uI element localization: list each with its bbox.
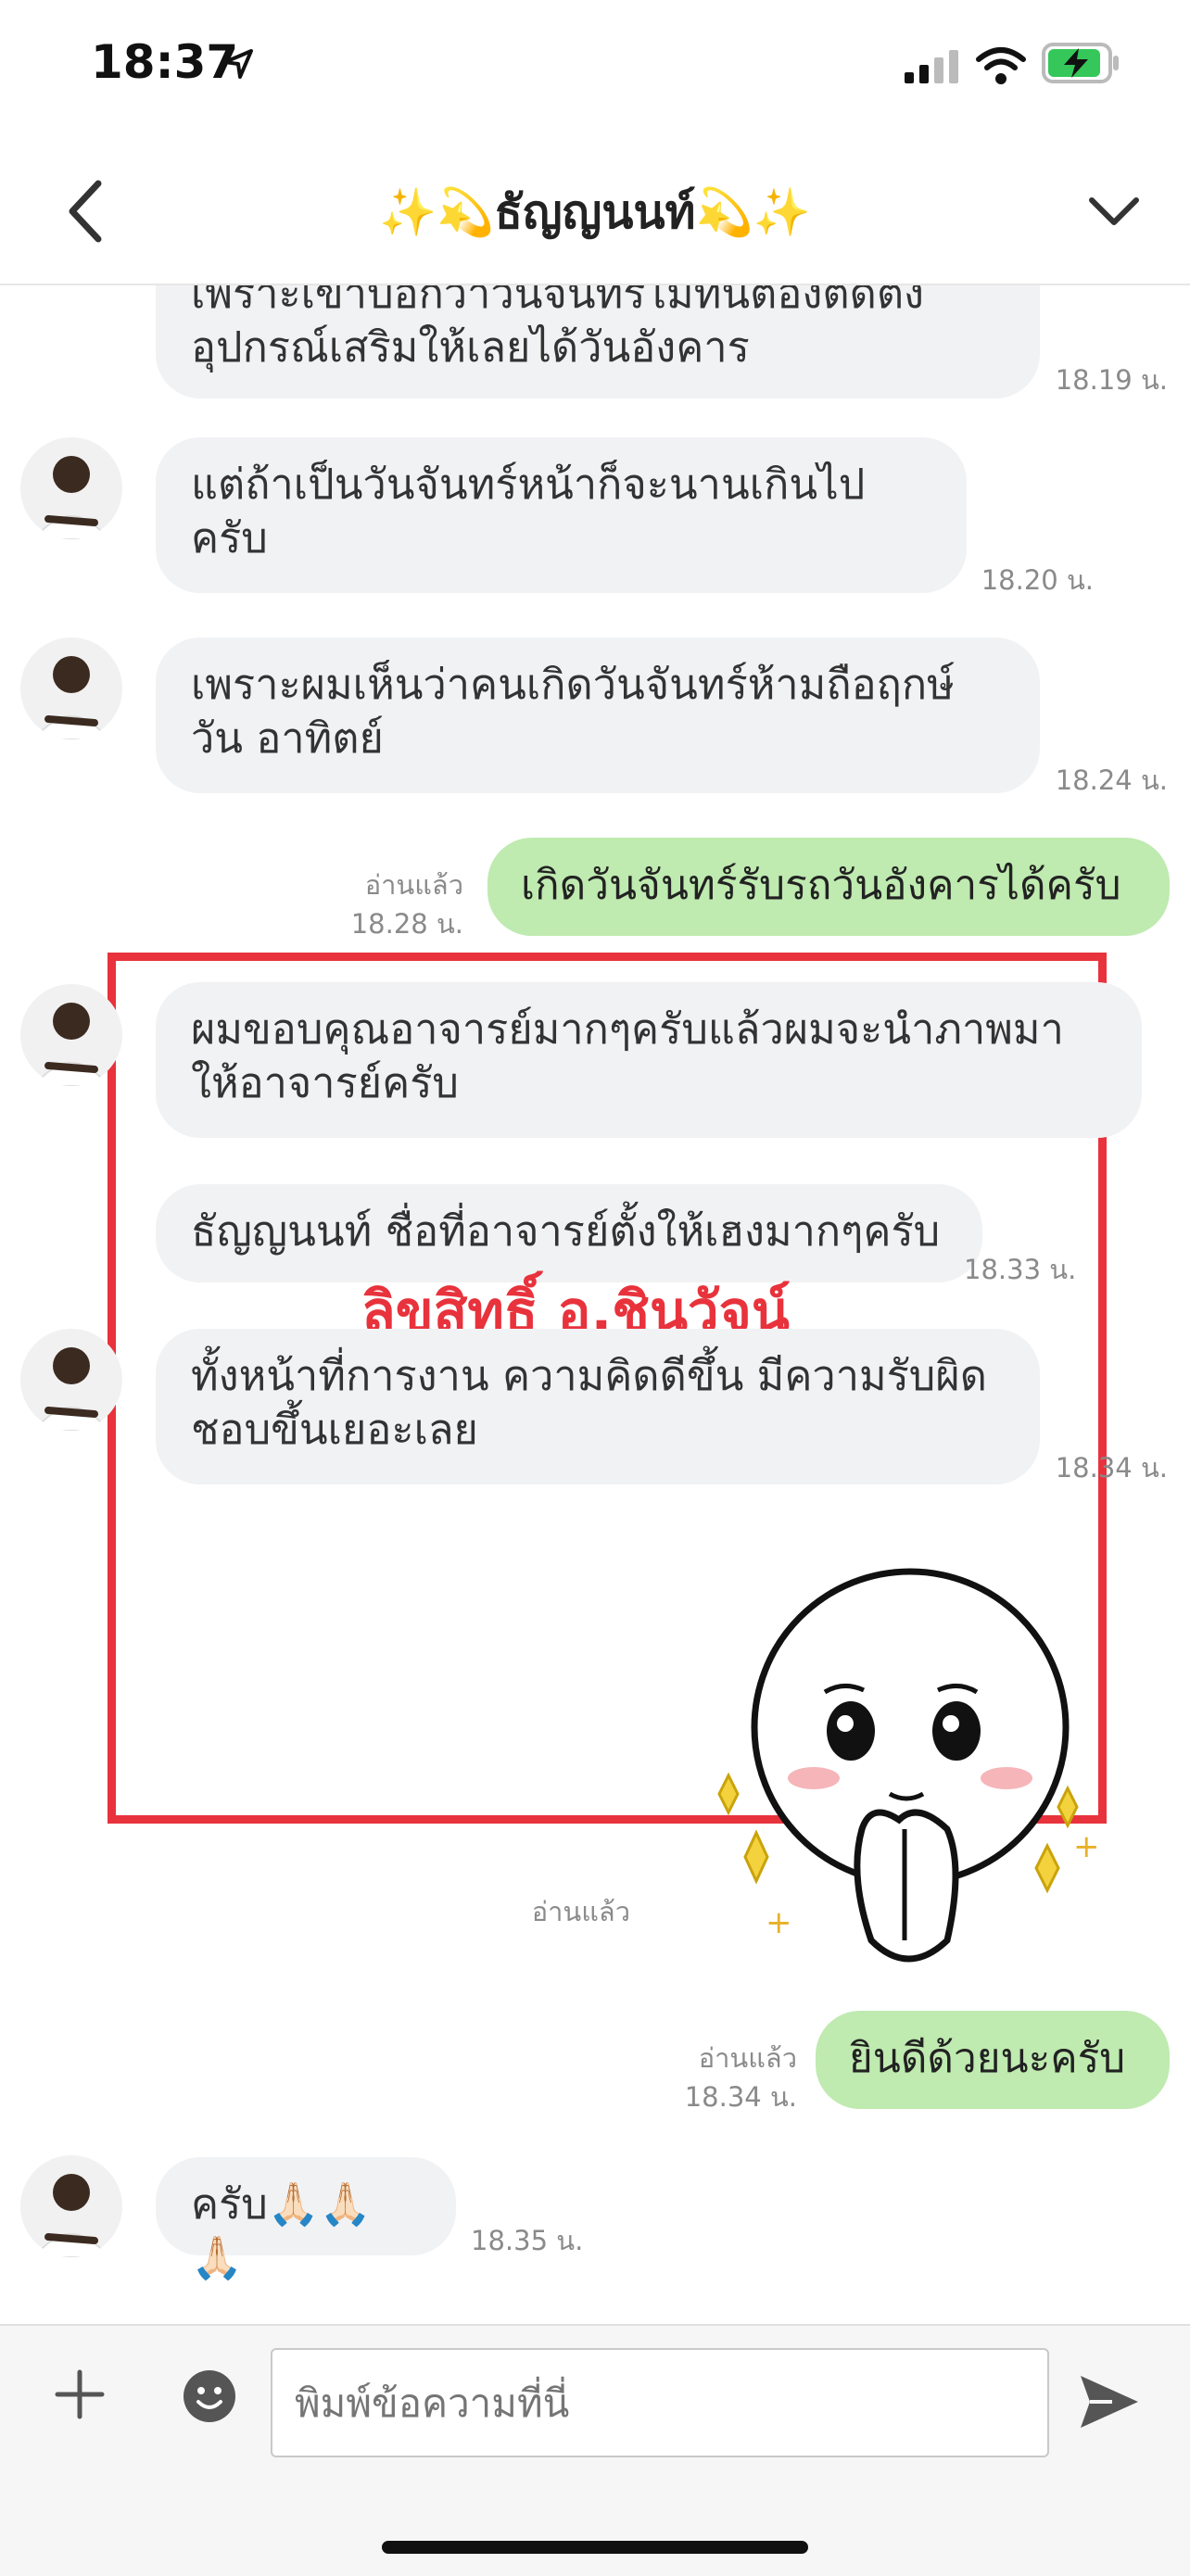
message-bubble-outgoing[interactable]: เกิดวันจันทร์รับรถวันอังคารได้ครับ (487, 838, 1170, 936)
message-text: ยินดีด้วยนะครับ (849, 2035, 1126, 2082)
message-bubble-incoming[interactable]: เพราะผมเห็นว่าคนเกิดวันจันทร์ห้ามถือฤกษ์… (156, 638, 1040, 793)
message-input[interactable] (271, 2348, 1049, 2457)
read-receipt: อ่านแล้ว (531, 1896, 630, 1927)
avatar[interactable] (20, 2155, 122, 2257)
avatar[interactable] (20, 984, 122, 1086)
message-time: 18.20 น. (981, 564, 1094, 596)
person-avatar-icon (32, 656, 110, 739)
status-bar: 18:37 (0, 0, 1190, 139)
message-text: ครับ🙏🏻🙏🏻🙏🏻 (191, 2179, 372, 2282)
message-input-bar (0, 2324, 1190, 2576)
message-text: แต่ถ้าเป็นวันจันทร์หน้าก็จะนานเกินไป ครั… (191, 460, 866, 562)
avatar[interactable] (20, 437, 122, 539)
battery-charging-icon (1042, 43, 1119, 83)
message-bubble-outgoing[interactable]: ยินดีด้วยนะครับ (816, 2011, 1170, 2109)
person-avatar-icon (32, 1003, 110, 1086)
message-time: 18.19 น. (1055, 364, 1168, 396)
emoji-icon[interactable] (182, 2368, 237, 2424)
avatar[interactable] (20, 638, 122, 739)
chat-title[interactable]: ✨💫ธัญญนนท์💫✨ (0, 176, 1190, 249)
wifi-icon (976, 47, 1026, 84)
message-text: ธัญญนนท์ ชื่อที่อาจารย์ตั้งให้เฮงมากๆครั… (191, 1206, 941, 1256)
message-bubble-incoming[interactable]: เพราะเขาบอกว่าวันจันทร์ไม่ทันต้องติดตั้ง… (156, 285, 1040, 398)
person-avatar-icon (32, 2174, 110, 2257)
message-text: ทั้งหน้าที่การงาน ความคิดดีขึ้น มีความรั… (191, 1351, 987, 1454)
person-avatar-icon (32, 1347, 110, 1431)
message-text: ผมขอบคุณอาจารย์มากๆครับแล้วผมจะนำภาพมา ใ… (191, 1004, 1064, 1107)
sticker[interactable]: + + (686, 1551, 1131, 1977)
message-time: 18.33 น. (964, 1254, 1077, 1285)
location-arrow-icon (223, 49, 253, 79)
read-receipt: อ่านแล้ว 18.34 น. (684, 2042, 797, 2113)
status-time: 18:37 (91, 35, 239, 89)
message-bubble-incoming[interactable]: ครับ🙏🏻🙏🏻🙏🏻 (156, 2157, 456, 2282)
chat-messages[interactable]: เพราะเขาบอกว่าวันจันทร์ไม่ทันต้องติดตั้ง… (0, 285, 1190, 2324)
message-text: เพราะผมเห็นว่าคนเกิดวันจันทร์ห้ามถือฤกษ์… (191, 660, 955, 763)
message-bubble-incoming[interactable]: แต่ถ้าเป็นวันจันทร์หน้าก็จะนานเกินไป ครั… (156, 437, 967, 593)
avatar[interactable] (20, 1329, 122, 1431)
signal-icon (905, 50, 958, 83)
message-bubble-incoming[interactable]: ทั้งหน้าที่การงาน ความคิดดีขึ้น มีความรั… (156, 1329, 1040, 1484)
read-receipt: อ่านแล้ว 18.28 น. (350, 869, 463, 940)
chevron-down-icon[interactable] (1084, 182, 1144, 241)
svg-text:+: + (1073, 1828, 1100, 1865)
person-avatar-icon (32, 456, 110, 539)
message-time: 18.24 น. (1055, 764, 1168, 796)
message-text: เพราะเขาบอกว่าวันจันทร์ไม่ทันต้องติดตั้ง… (191, 285, 925, 372)
message-bubble-incoming[interactable]: ผมขอบคุณอาจารย์มากๆครับแล้วผมจะนำภาพมา ใ… (156, 982, 1142, 1138)
message-text: เกิดวันจันทร์รับรถวันอังคารได้ครับ (521, 862, 1121, 909)
send-icon[interactable] (1075, 2368, 1142, 2435)
plus-icon[interactable] (52, 2367, 108, 2422)
message-time: 18.34 น. (1055, 1452, 1168, 1484)
svg-text:+: + (766, 1904, 792, 1941)
home-indicator[interactable] (382, 2541, 808, 2554)
message-time: 18.35 น. (471, 2225, 584, 2256)
chat-header: ✨💫ธัญญนนท์💫✨ (0, 139, 1190, 285)
